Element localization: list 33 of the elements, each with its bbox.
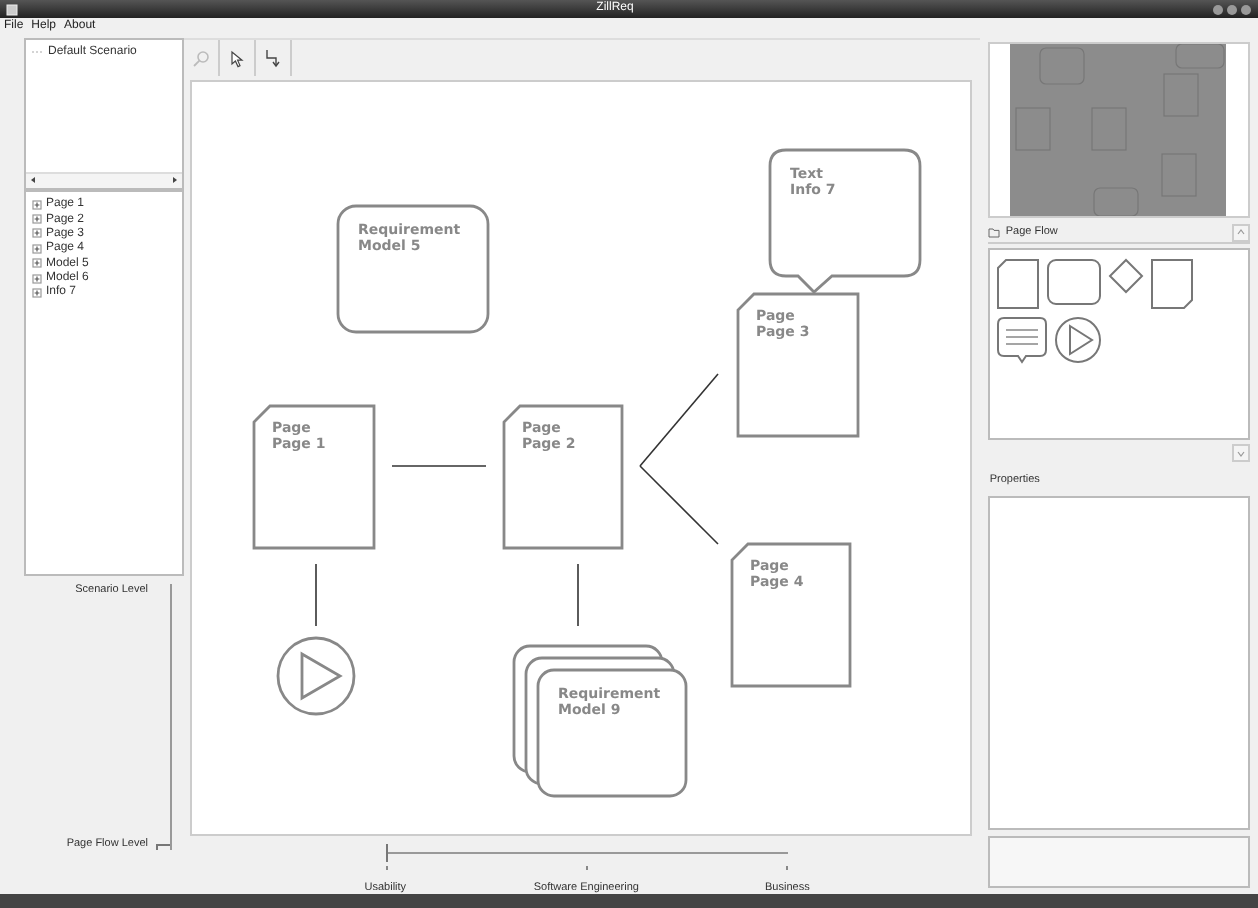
chevron-down-icon — [1236, 449, 1246, 458]
text-shape-icon[interactable] — [995, 316, 1048, 365]
expand-icon[interactable] — [32, 287, 42, 298]
chevron-up-icon — [1236, 228, 1246, 237]
start-node[interactable] — [277, 637, 357, 717]
connector-line — [640, 374, 720, 468]
slider-thumb[interactable] — [385, 844, 390, 863]
diamond-shape-icon[interactable] — [1107, 258, 1144, 295]
connector-line — [578, 564, 580, 628]
requirement-shape-icon[interactable] — [1045, 258, 1102, 307]
expand-icon[interactable] — [32, 214, 42, 225]
tick-mark-icon — [385, 866, 388, 871]
page-shape-icon[interactable] — [995, 258, 1040, 311]
expand-icon[interactable] — [32, 273, 42, 284]
expand-icon[interactable] — [32, 258, 42, 269]
expand-icon[interactable] — [32, 243, 42, 254]
expand-icon[interactable] — [32, 199, 42, 210]
window-controls-icon[interactable] — [1211, 3, 1252, 15]
folder-icon — [987, 227, 1000, 238]
connector-line — [316, 564, 318, 628]
slider-thumb[interactable] — [156, 844, 170, 851]
pointer-icon — [230, 49, 245, 68]
tick-mark-icon — [585, 866, 588, 871]
connector-line — [640, 466, 720, 546]
start-shape-icon[interactable] — [1053, 316, 1102, 365]
tick-mark-icon — [785, 866, 788, 871]
connector-icon — [263, 48, 284, 69]
search-icon — [192, 49, 211, 68]
horizontal-scrollbar[interactable] — [26, 172, 183, 189]
expand-icon[interactable] — [32, 228, 42, 239]
tree-line-icon — [32, 50, 44, 55]
note-shape-icon[interactable] — [1149, 258, 1194, 311]
connector-line — [392, 466, 488, 468]
